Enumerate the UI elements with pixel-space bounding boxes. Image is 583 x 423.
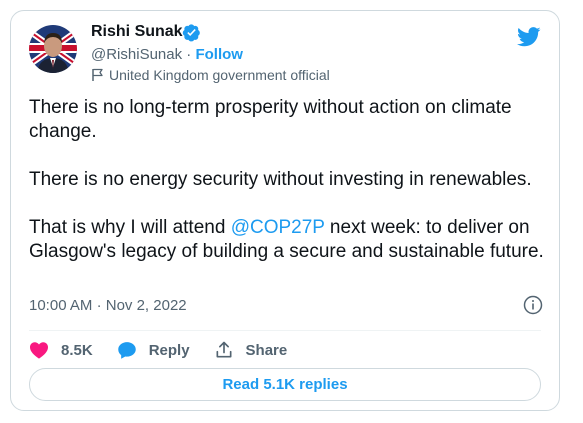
read-replies-button[interactable]: Read 5.1K replies [29,368,541,401]
like-button[interactable]: 8.5K [29,341,93,359]
tweet-paragraph: There is no long-term prosperity without… [29,96,549,144]
divider [29,330,541,331]
heart-icon [30,342,48,359]
flag-icon [92,68,103,81]
like-count: 8.5K [61,341,93,359]
tweet-text: There is no long-term prosperity without… [29,96,549,264]
share-button[interactable]: Share [214,340,288,360]
government-label-text: United Kingdom government official [109,67,330,83]
paragraph-text: There is no energy security without inve… [29,169,532,190]
avatar[interactable] [29,25,77,73]
action-bar: 8.5K Reply Share [29,335,311,365]
follow-button[interactable]: Follow [195,46,243,63]
verified-badge-icon [182,24,200,42]
author-name[interactable]: Rishi Sunak [91,23,183,41]
tweet-paragraph: There is no energy security without inve… [29,168,549,192]
twitter-bird-icon[interactable] [517,27,541,47]
author-handle[interactable]: @RishiSunak [91,46,182,63]
separator: · [186,46,192,63]
tweet-date: Nov 2, 2022 [105,297,187,314]
mention-link[interactable]: @COP27P [231,217,325,238]
info-icon[interactable] [523,295,543,315]
paragraph-text: That is why I will attend [29,217,231,238]
handle-row: @RishiSunak · Follow [91,46,243,63]
tweet-paragraph: That is why I will attend @COP27P next w… [29,216,549,264]
separator: · [96,297,102,314]
reply-button[interactable]: Reply [117,340,190,360]
government-label: United Kingdom government official [91,67,330,83]
paragraph-text: There is no long-term prosperity without… [29,97,512,142]
timestamp[interactable]: 10:00 AM · Nov 2, 2022 [29,297,187,314]
tweet-card: Rishi Sunak @RishiSunak · Follow United … [10,10,560,411]
reply-label: Reply [148,341,190,359]
reply-bubble-icon [117,342,136,359]
share-icon [216,341,232,358]
share-label: Share [245,341,288,359]
tweet-time: 10:00 AM [29,297,93,314]
